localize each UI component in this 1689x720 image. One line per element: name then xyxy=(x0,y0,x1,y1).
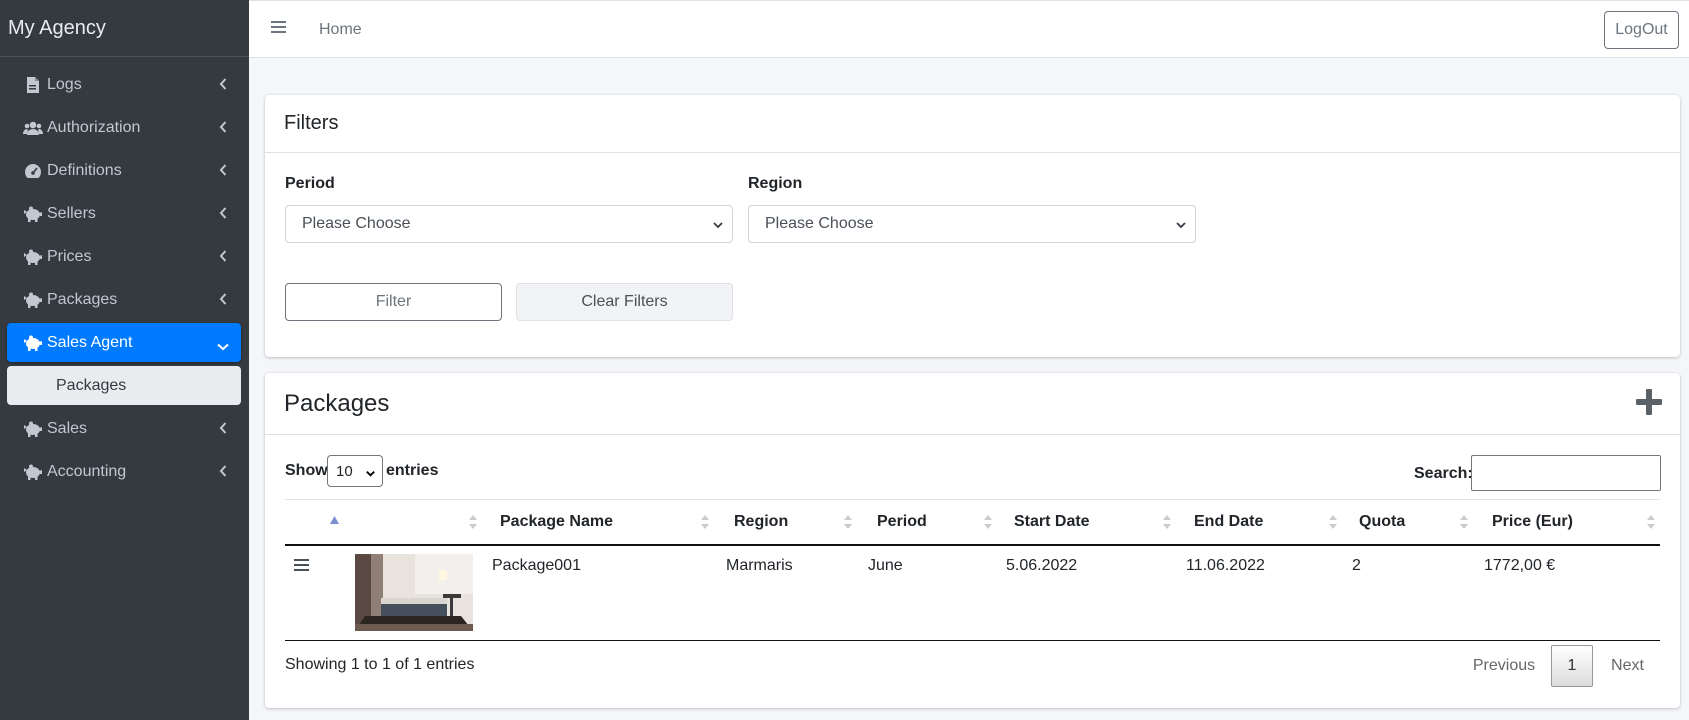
show-label: Show xyxy=(285,462,328,479)
pagination-next[interactable]: Next xyxy=(1600,645,1655,687)
column-header-region[interactable]: Region xyxy=(734,513,788,531)
package-thumbnail xyxy=(355,554,473,631)
region-select-value: Please Choose xyxy=(765,215,874,232)
column-header-period[interactable]: Period xyxy=(877,513,927,531)
sidebar-item-label: Prices xyxy=(47,247,92,265)
gauge-icon xyxy=(23,162,43,180)
piggy-bank-icon xyxy=(23,463,43,481)
search-input[interactable] xyxy=(1471,455,1661,491)
sort-both-icon[interactable] xyxy=(701,515,709,534)
piggy-bank-icon xyxy=(23,334,43,352)
sidebar-item-packages[interactable]: Packages xyxy=(7,280,241,319)
sidebar-item-prices[interactable]: Prices xyxy=(7,237,241,276)
home-link[interactable]: Home xyxy=(319,21,362,39)
entries-label: entries xyxy=(386,462,439,479)
piggy-bank-icon xyxy=(23,291,43,309)
sort-both-icon[interactable] xyxy=(1647,515,1655,534)
sidebar-item-sales-agent[interactable]: Sales Agent xyxy=(7,323,241,362)
sidebar-item-label: Sales xyxy=(47,419,88,437)
column-header-end-date[interactable]: End Date xyxy=(1194,513,1263,531)
cell-package-name[interactable]: Package001 xyxy=(492,557,581,575)
sidebar-item-label: Packages xyxy=(47,290,118,308)
region-label: Region xyxy=(748,175,803,192)
column-header-quota[interactable]: Quota xyxy=(1359,513,1405,531)
chevron-left-icon xyxy=(219,249,227,267)
filters-header: Filters xyxy=(265,95,1680,153)
piggy-bank-icon xyxy=(23,420,43,438)
packages-title: Packages xyxy=(284,389,390,417)
pagination-page-1[interactable]: 1 xyxy=(1551,645,1593,687)
piggy-bank-icon xyxy=(23,205,43,223)
period-label: Period xyxy=(285,175,335,192)
region-select[interactable]: Please Choose xyxy=(748,205,1196,243)
chevron-down-icon xyxy=(1175,218,1187,236)
sort-both-icon[interactable] xyxy=(1460,515,1468,534)
sidebar-subitem-packages[interactable]: Packages xyxy=(7,366,241,405)
chevron-left-icon xyxy=(219,77,227,95)
chevron-left-icon xyxy=(219,206,227,224)
row-menu-icon[interactable] xyxy=(294,558,309,577)
sidebar-item-sales[interactable]: Sales xyxy=(7,409,241,448)
sort-both-icon[interactable] xyxy=(469,515,477,534)
sidebar-item-definitions[interactable]: Definitions xyxy=(7,151,241,190)
entries-length-value: 10 xyxy=(336,462,353,480)
cell-start-date: 5.06.2022 xyxy=(1006,557,1078,574)
table-top-divider xyxy=(285,499,1660,500)
sidebar-subitem-label: Packages xyxy=(56,376,127,394)
sidebar-nav: Logs Authorization Definitions Sellers P… xyxy=(0,57,249,491)
sidebar-item-label: Sellers xyxy=(47,204,96,222)
sidebar-item-label: Definitions xyxy=(47,161,122,179)
period-select[interactable]: Please Choose xyxy=(285,205,733,243)
top-navbar: Home LogOut xyxy=(249,0,1689,58)
table-bottom-divider xyxy=(285,640,1660,641)
sort-both-icon[interactable] xyxy=(1329,515,1337,534)
filters-title: Filters xyxy=(284,112,339,134)
sidebar-item-label: Sales Agent xyxy=(47,333,133,351)
column-header-start-date[interactable]: Start Date xyxy=(1014,513,1090,531)
piggy-bank-icon xyxy=(23,248,43,266)
logout-button[interactable]: LogOut xyxy=(1604,11,1679,49)
sort-both-icon[interactable] xyxy=(984,515,992,534)
cell-region: Marmaris xyxy=(726,557,793,574)
cell-end-date: 11.06.2022 xyxy=(1186,557,1265,574)
pagination-previous[interactable]: Previous xyxy=(1464,645,1544,687)
column-header-price[interactable]: Price (Eur) xyxy=(1492,513,1573,531)
period-select-value: Please Choose xyxy=(302,215,411,232)
chevron-left-icon xyxy=(219,464,227,482)
clear-filters-button[interactable]: Clear Filters xyxy=(516,283,733,321)
chevron-left-icon xyxy=(219,163,227,181)
brand-logo[interactable]: My Agency xyxy=(0,0,249,57)
chevron-down-icon xyxy=(712,218,724,236)
packages-header: Packages xyxy=(265,373,1680,435)
sidebar-item-logs[interactable]: Logs xyxy=(7,65,241,104)
users-icon xyxy=(23,119,43,137)
entries-length-select[interactable]: 10 xyxy=(327,455,383,487)
sidebar-item-sellers[interactable]: Sellers xyxy=(7,194,241,233)
cell-price: 1772,00 € xyxy=(1484,557,1556,574)
column-header-package-name[interactable]: Package Name xyxy=(500,513,613,531)
chevron-down-icon xyxy=(217,338,229,356)
chevron-left-icon xyxy=(219,120,227,138)
table-info: Showing 1 to 1 of 1 entries xyxy=(285,656,475,673)
sidebar-item-label: Logs xyxy=(47,75,82,93)
sort-asc-icon[interactable] xyxy=(330,511,339,529)
chevron-left-icon xyxy=(219,421,227,439)
sidebar-item-label: Accounting xyxy=(47,462,127,480)
sort-both-icon[interactable] xyxy=(844,515,852,534)
sidebar-item-accounting[interactable]: Accounting xyxy=(7,452,241,491)
sidebar-item-label: Authorization xyxy=(47,118,141,136)
search-label: Search: xyxy=(1414,465,1473,482)
sidebar-item-authorization[interactable]: Authorization xyxy=(7,108,241,147)
filter-button[interactable]: Filter xyxy=(285,283,502,321)
add-package-icon[interactable] xyxy=(1635,388,1663,423)
cell-quota: 2 xyxy=(1352,557,1361,574)
cell-period: June xyxy=(868,557,903,574)
sort-both-icon[interactable] xyxy=(1163,515,1171,534)
file-icon xyxy=(23,76,43,94)
sidebar: My Agency Logs Authorization Definitions xyxy=(0,0,249,720)
table-header-divider xyxy=(285,544,1660,546)
chevron-down-icon xyxy=(365,466,376,483)
chevron-left-icon xyxy=(219,292,227,310)
hamburger-menu-icon[interactable] xyxy=(271,20,286,39)
